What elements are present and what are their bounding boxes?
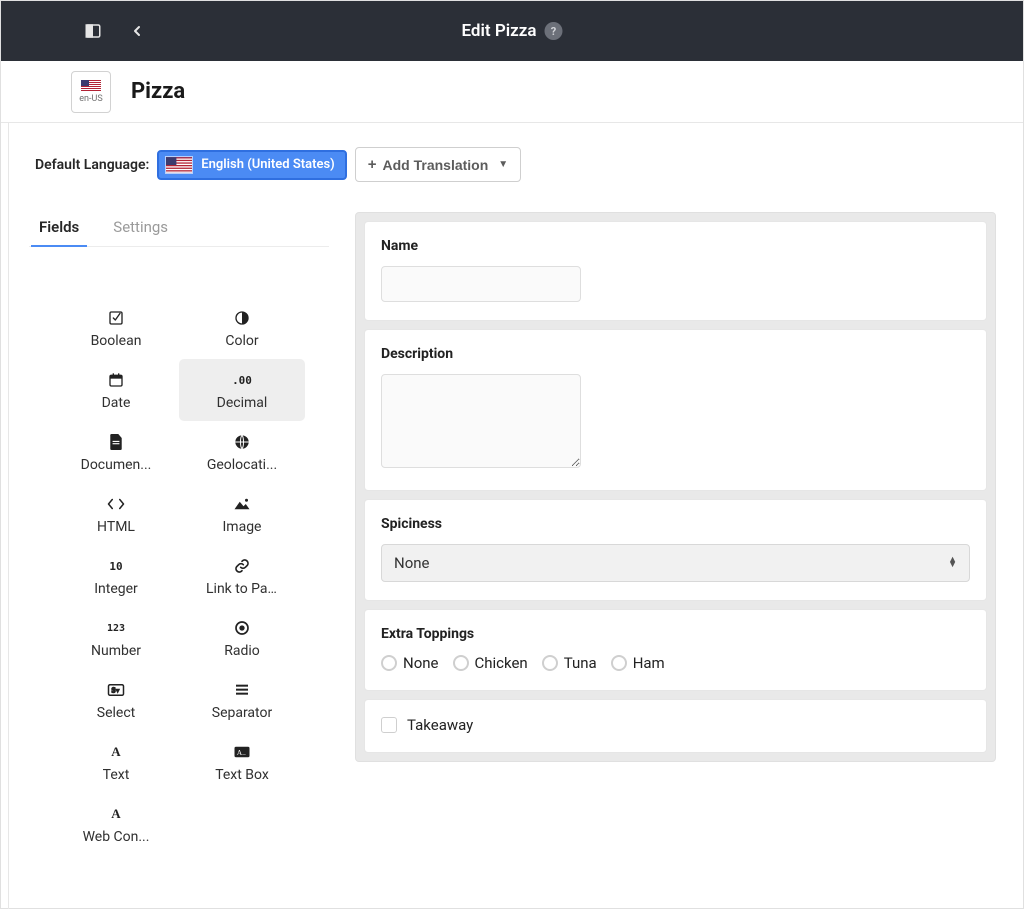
field-type-separator[interactable]: Separator <box>179 669 305 731</box>
separator-icon <box>234 679 250 701</box>
header-title: Edit Pizza <box>461 21 536 41</box>
code-icon <box>107 493 125 515</box>
field-card-spiciness[interactable]: Spiciness None ▲▼ <box>364 499 987 601</box>
add-translation-button[interactable]: + Add Translation ▼ <box>355 147 521 182</box>
name-input[interactable] <box>381 266 581 302</box>
document-icon <box>109 431 123 453</box>
radio-icon <box>542 655 558 671</box>
field-type-date[interactable]: Date <box>53 359 179 421</box>
default-language-name: English (United States) <box>201 157 334 172</box>
locale-code: en-US <box>79 94 102 104</box>
flag-us-icon <box>81 80 101 92</box>
decimal-icon: .00 <box>232 369 252 391</box>
title-bar: en-US Pizza <box>1 61 1023 123</box>
field-card-toppings[interactable]: Extra Toppings None Chicken Tuna Ham <box>364 609 987 691</box>
default-language-pill[interactable]: English (United States) <box>157 150 346 180</box>
top-bar: Edit Pizza ? <box>1 1 1023 61</box>
panel-toggle-icon[interactable] <box>79 17 107 45</box>
field-type-html[interactable]: HTML <box>53 483 179 545</box>
field-label-toppings: Extra Toppings <box>381 626 970 642</box>
page-title: Pizza <box>131 79 185 104</box>
caret-down-icon: ▼ <box>498 159 508 170</box>
header-title-wrap: Edit Pizza ? <box>461 1 562 61</box>
field-type-text[interactable]: A Text <box>53 731 179 793</box>
webcontent-icon: A <box>111 803 120 825</box>
number-icon: 123 <box>107 617 125 639</box>
field-type-geolocation[interactable]: Geolocati... <box>179 421 305 483</box>
language-row: Default Language: English (United States… <box>35 147 996 182</box>
checkbox-icon <box>381 717 397 733</box>
topping-option-ham[interactable]: Ham <box>611 654 665 672</box>
field-type-color[interactable]: Color <box>179 297 305 359</box>
description-input[interactable] <box>381 374 581 468</box>
left-column: Fields Settings Boolean Color Date .00 <box>29 212 329 855</box>
radio-icon <box>453 655 469 671</box>
field-type-grid: Boolean Color Date .00 Decimal Documen..… <box>29 297 329 855</box>
globe-icon <box>234 431 250 453</box>
field-type-radio[interactable]: Radio <box>179 607 305 669</box>
form-area: Name Description Spiciness None ▲▼ Extra… <box>355 212 996 762</box>
textbox-icon: A.. <box>233 741 251 763</box>
tab-settings[interactable]: Settings <box>111 212 170 246</box>
toppings-radio-group: None Chicken Tuna Ham <box>381 654 970 672</box>
field-card-takeaway[interactable]: Takeaway <box>364 699 987 753</box>
svg-text:A..: A.. <box>237 748 246 757</box>
takeaway-checkbox-row[interactable]: Takeaway <box>381 716 970 734</box>
right-column: Name Description Spiciness None ▲▼ Extra… <box>355 212 996 855</box>
tab-fields[interactable]: Fields <box>37 212 81 246</box>
select-caret-icon: ▲▼ <box>948 558 957 568</box>
image-icon <box>233 493 251 515</box>
spiciness-value: None <box>394 554 430 572</box>
takeaway-label: Takeaway <box>407 716 473 734</box>
main-area: Default Language: English (United States… <box>8 123 1016 909</box>
checkbox-icon <box>108 307 124 329</box>
field-label-description: Description <box>381 346 970 362</box>
field-type-integer[interactable]: 10 Integer <box>53 545 179 607</box>
select-icon: S▾ <box>107 679 125 701</box>
field-label-name: Name <box>381 238 970 254</box>
topping-option-chicken[interactable]: Chicken <box>453 654 528 672</box>
field-label-spiciness: Spiciness <box>381 516 970 532</box>
add-translation-label: Add Translation <box>382 157 488 173</box>
radio-icon <box>611 655 627 671</box>
calendar-icon <box>108 369 124 391</box>
topping-option-none[interactable]: None <box>381 654 439 672</box>
flag-us-icon <box>165 156 193 174</box>
field-type-link[interactable]: Link to Pa... <box>179 545 305 607</box>
text-icon: A <box>111 741 120 763</box>
field-type-select[interactable]: S▾ Select <box>53 669 179 731</box>
field-type-image[interactable]: Image <box>179 483 305 545</box>
field-type-boolean[interactable]: Boolean <box>53 297 179 359</box>
back-icon[interactable] <box>123 17 151 45</box>
default-language-label: Default Language: <box>35 157 149 173</box>
field-type-number[interactable]: 123 Number <box>53 607 179 669</box>
contrast-icon <box>234 307 250 329</box>
plus-icon: + <box>368 156 377 173</box>
link-icon <box>234 555 250 577</box>
field-type-textbox[interactable]: A.. Text Box <box>179 731 305 793</box>
radio-icon <box>234 617 250 639</box>
field-type-documents[interactable]: Documen... <box>53 421 179 483</box>
spiciness-select[interactable]: None ▲▼ <box>381 544 970 582</box>
help-icon[interactable]: ? <box>545 22 563 40</box>
field-type-decimal[interactable]: .00 Decimal <box>179 359 305 421</box>
field-card-name[interactable]: Name <box>364 221 987 321</box>
field-card-description[interactable]: Description <box>364 329 987 491</box>
radio-icon <box>381 655 397 671</box>
svg-text:S▾: S▾ <box>112 686 120 694</box>
tabs: Fields Settings <box>29 212 329 247</box>
integer-icon: 10 <box>109 555 122 577</box>
topping-option-tuna[interactable]: Tuna <box>542 654 597 672</box>
field-type-webcontent[interactable]: A Web Con... <box>53 793 179 855</box>
locale-selector[interactable]: en-US <box>71 71 111 113</box>
